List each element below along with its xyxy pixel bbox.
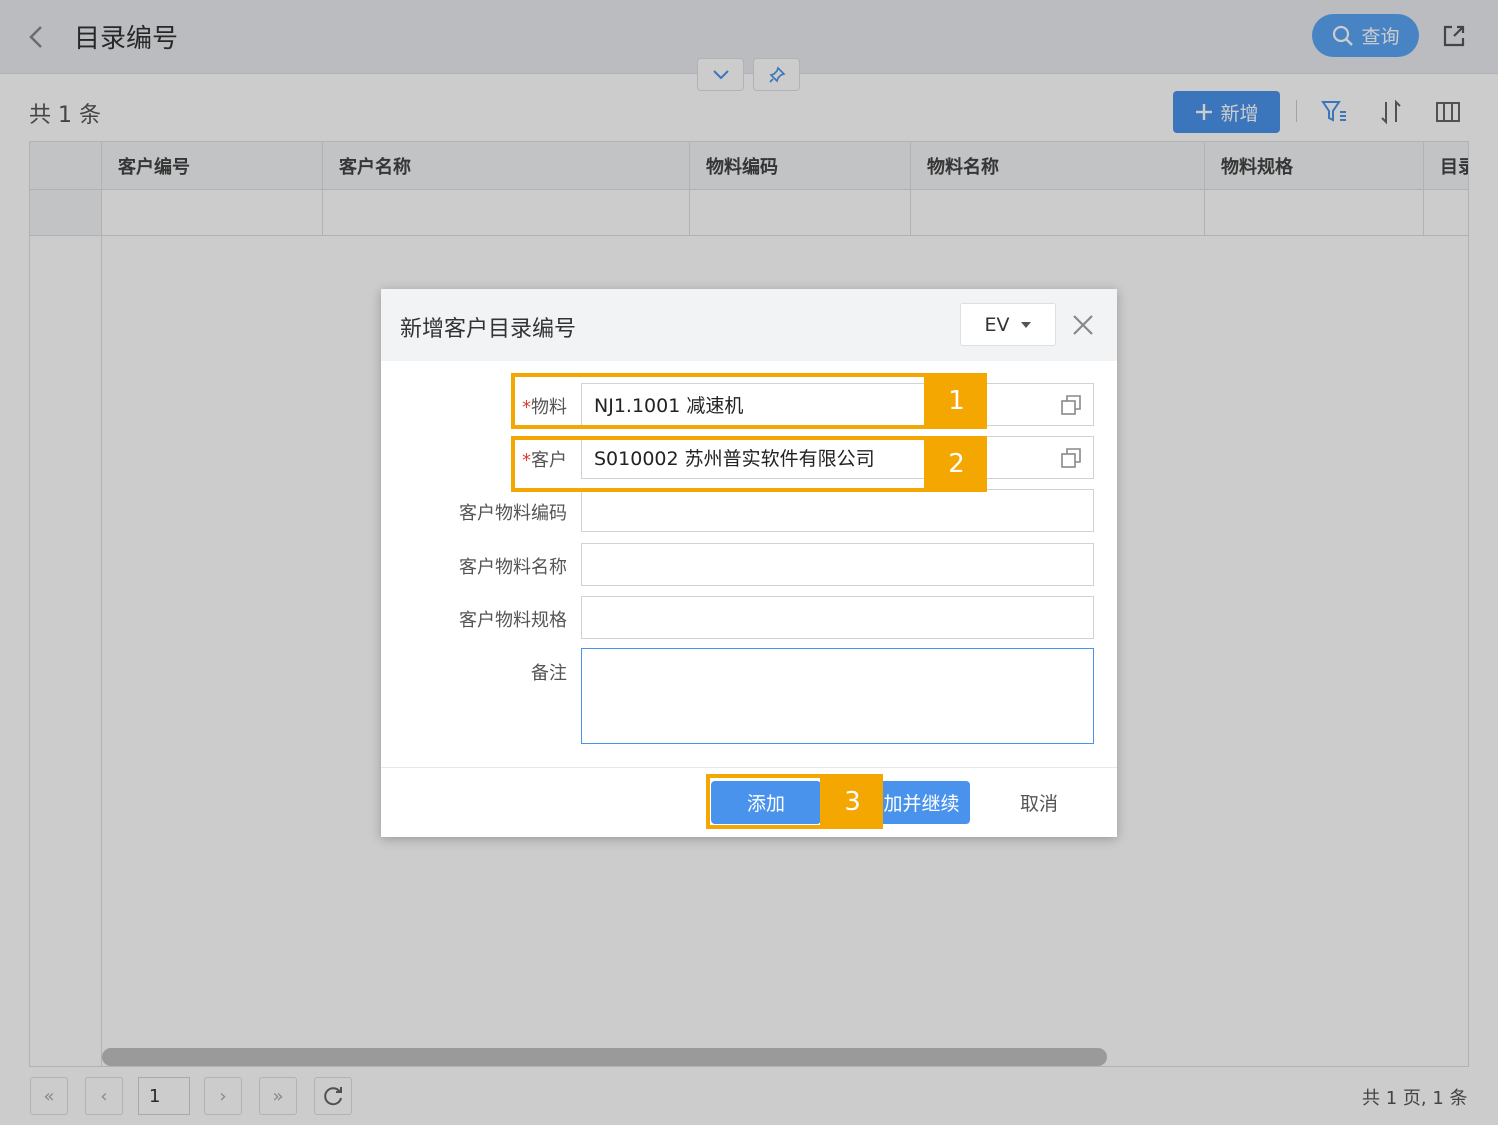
customer-material-spec-field[interactable]: [581, 596, 1094, 639]
language-select[interactable]: EV: [960, 303, 1056, 346]
dialog-footer-divider: [381, 767, 1117, 768]
customer-material-code-label: 客户物料编码: [459, 503, 567, 524]
caret-down-icon: [1020, 321, 1031, 328]
callout-number: 3: [822, 774, 883, 829]
close-icon[interactable]: [1069, 311, 1097, 339]
callout-number: 2: [926, 436, 987, 492]
customer-material-spec-label: 客户物料规格: [459, 610, 567, 631]
lookup-icon[interactable]: [1059, 446, 1083, 470]
customer-material-name-label: 客户物料名称: [459, 557, 567, 578]
dialog-header: 新增客户目录编号 EV: [381, 289, 1117, 361]
dialog-title: 新增客户目录编号: [400, 317, 577, 342]
callout-highlight-customer: [511, 436, 928, 492]
callout-highlight-material: [511, 373, 928, 429]
remarks-label: 备注: [531, 663, 567, 684]
customer-material-name-field[interactable]: [581, 543, 1094, 586]
add-catalog-dialog: 新增客户目录编号 EV *物料 NJ1.1001 减速机 *客户 S010002…: [381, 289, 1117, 837]
customer-material-code-field[interactable]: [581, 489, 1094, 532]
remarks-textarea[interactable]: [581, 648, 1094, 744]
callout-highlight-add-button: [706, 774, 824, 829]
cancel-button[interactable]: 取消: [999, 781, 1079, 824]
callout-number: 1: [926, 373, 987, 429]
lookup-icon[interactable]: [1059, 393, 1083, 417]
language-value: EV: [984, 313, 1010, 336]
